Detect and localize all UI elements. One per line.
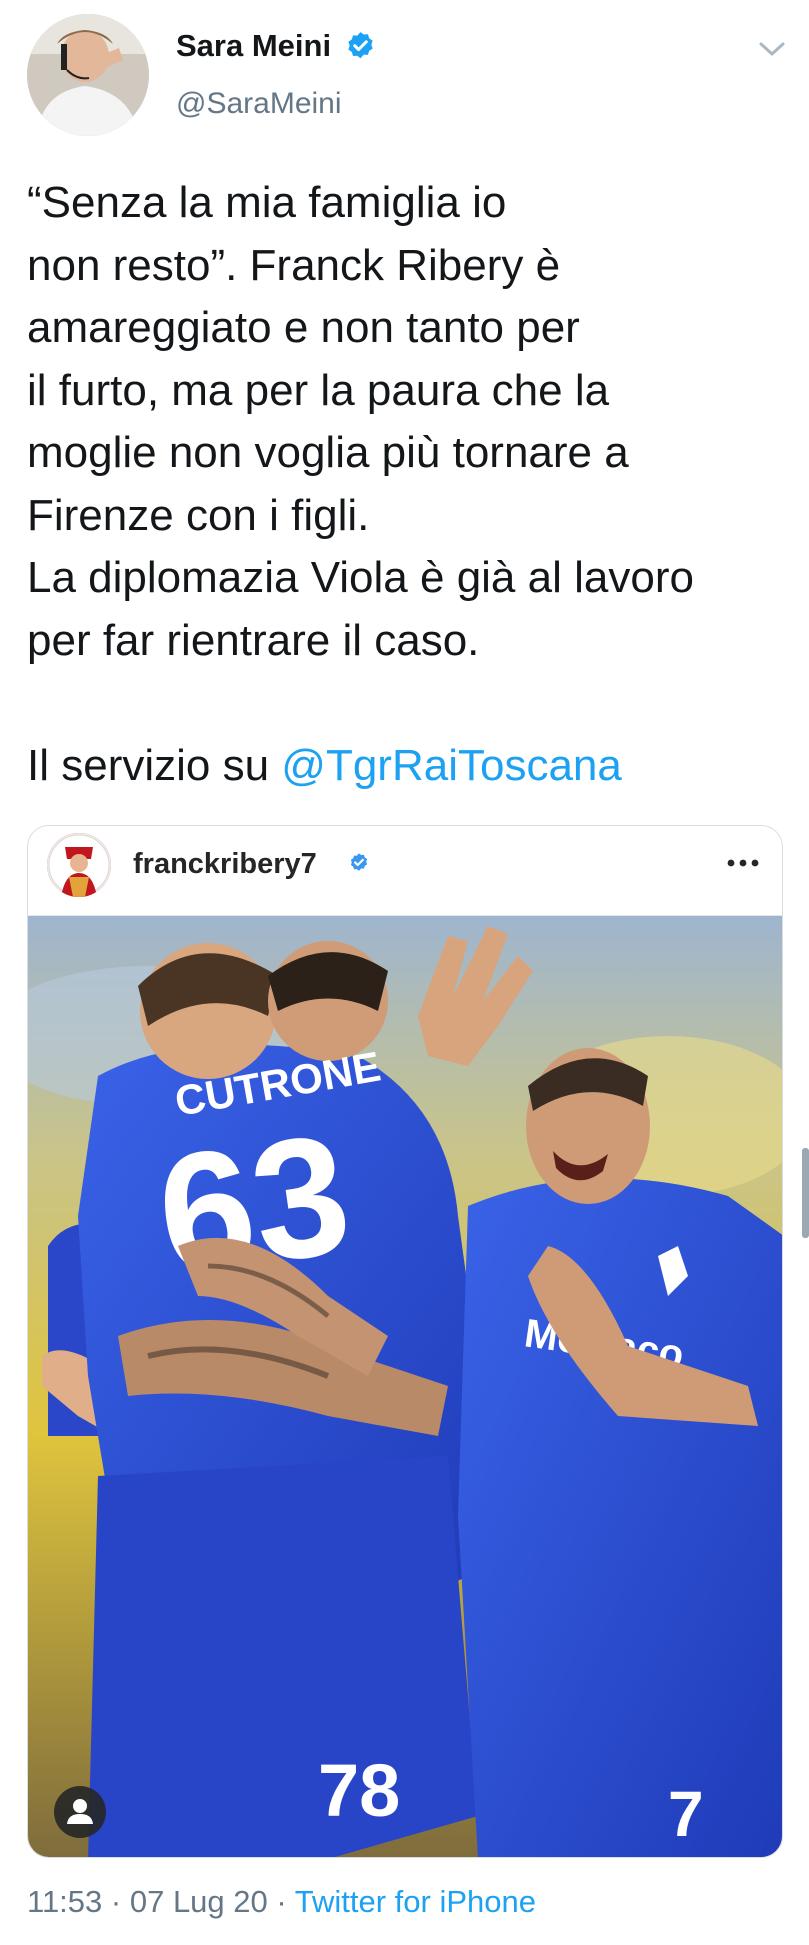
author-avatar[interactable] bbox=[27, 14, 149, 136]
user-tag-button[interactable] bbox=[54, 1786, 106, 1838]
mention-link[interactable]: @TgrRaiToscana bbox=[281, 741, 622, 790]
tweet-text-line: moglie non voglia più tornare a bbox=[27, 428, 629, 477]
more-options-icon[interactable] bbox=[723, 850, 763, 876]
tweet-source-link[interactable]: Twitter for iPhone bbox=[295, 1884, 536, 1919]
meta-separator: · bbox=[267, 1884, 295, 1919]
tweet-meta: 11:53 · 07 Lug 20 · Twitter for iPhone bbox=[27, 1882, 536, 1922]
instagram-avatar-image bbox=[47, 833, 111, 897]
tweet-time: 11:53 bbox=[27, 1884, 103, 1919]
tweet-text-line: Il servizio su @TgrRaiToscana bbox=[27, 735, 797, 798]
tweet-text-line: per far rientrare il caso. bbox=[27, 615, 480, 665]
ribery-shorts-number-text: 7 bbox=[668, 1778, 704, 1850]
football-celebration-image: CUTRONE 63 78 Mediaco bbox=[28, 916, 782, 1857]
tweet: Sara Meini @SaraMeini “Senza la mia fami… bbox=[0, 0, 809, 1945]
instagram-avatar[interactable] bbox=[47, 833, 111, 897]
tweet-text-line: amareggiato e non tanto per bbox=[27, 303, 580, 352]
meta-separator: · bbox=[102, 1884, 130, 1919]
instagram-embed-header: franckribery7 bbox=[28, 826, 782, 916]
instagram-verified-icon bbox=[350, 853, 368, 871]
tweet-text-line: “Senza la mia famiglia io bbox=[27, 178, 507, 227]
instagram-photo[interactable]: CUTRONE 63 78 Mediaco bbox=[28, 916, 782, 1857]
tweet-text-line: Firenze con i figli. bbox=[27, 490, 370, 540]
author-name[interactable]: Sara Meini bbox=[176, 28, 331, 64]
tweet-text-line: non resto”. Franck Ribery è bbox=[27, 240, 561, 290]
author-avatar-image bbox=[27, 14, 149, 136]
scrollbar-thumb[interactable] bbox=[802, 1148, 809, 1238]
verified-badge-icon bbox=[348, 32, 373, 59]
tweet-text-fragment: Il servizio su bbox=[27, 740, 282, 790]
tweet-text-line: il furto, ma per la paura che la bbox=[27, 365, 610, 415]
author-handle[interactable]: @SaraMeini bbox=[176, 86, 342, 122]
instagram-username[interactable]: franckribery7 bbox=[133, 846, 317, 882]
tweet-text-line: La diplomazia Viola è già al lavoro bbox=[27, 553, 694, 602]
tweet-text: “Senza la mia famiglia io non resto”. Fr… bbox=[27, 172, 797, 797]
tweet-date: 07 Lug 20 bbox=[129, 1884, 268, 1919]
instagram-embed-card[interactable]: franckribery7 CUTRONE 63 78 7 bbox=[27, 825, 783, 1858]
chevron-down-icon[interactable] bbox=[755, 34, 789, 64]
shorts-number-text: 78 bbox=[318, 1749, 400, 1832]
user-tag-icon bbox=[67, 1799, 93, 1824]
